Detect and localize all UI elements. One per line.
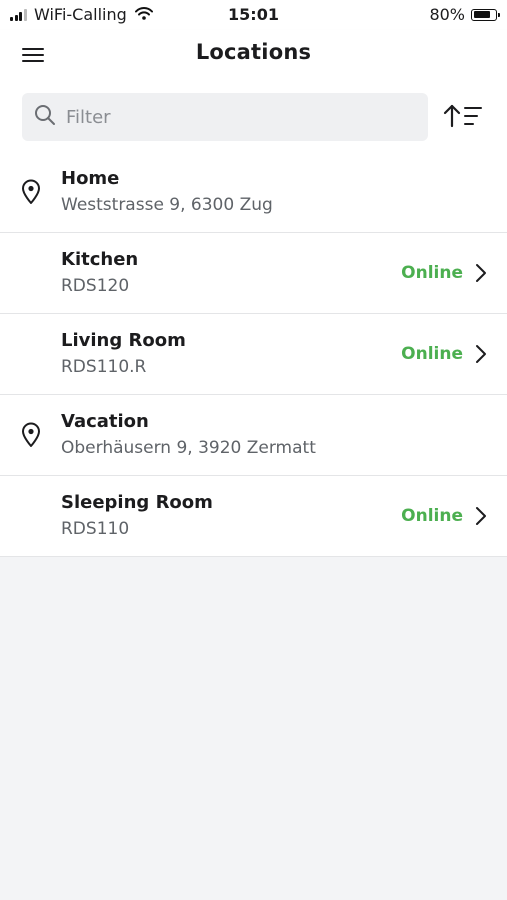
device-model: RDS110: [61, 519, 130, 539]
room-title: Kitchen: [61, 249, 139, 270]
device-model: RDS120: [61, 276, 130, 296]
status-badge: Online: [401, 506, 463, 526]
sort-ascending-icon: [443, 104, 483, 132]
status-right: 80%: [429, 5, 500, 24]
location-address: Weststrasse 9, 6300 Zug: [61, 195, 273, 215]
location-address: Oberhäusern 9, 3920 Zermatt: [61, 438, 316, 458]
battery-icon: [471, 8, 500, 21]
battery-percent: 80%: [429, 5, 465, 24]
location-title: Vacation: [61, 411, 149, 432]
room-row-living-room[interactable]: Living Room RDS110.R Online: [0, 314, 507, 395]
device-model: RDS110.R: [61, 357, 147, 377]
location-row-vacation: Vacation Oberhäusern 9, 3920 Zermatt: [0, 395, 507, 476]
status-bar: WiFi-Calling 15:01 80%: [0, 0, 507, 30]
sort-button[interactable]: [440, 100, 486, 134]
room-title: Sleeping Room: [61, 492, 213, 513]
chevron-right-icon: [475, 263, 487, 287]
location-row-home: Home Weststrasse 9, 6300 Zug: [0, 152, 507, 233]
location-title: Home: [61, 168, 120, 189]
room-row-kitchen[interactable]: Kitchen RDS120 Online: [0, 233, 507, 314]
battery-fill: [473, 11, 491, 18]
chevron-right-icon: [475, 344, 487, 368]
filter-input[interactable]: [64, 105, 388, 129]
locations-list: Home Weststrasse 9, 6300 Zug Kitchen RDS…: [0, 152, 507, 557]
location-pin-icon: [20, 179, 42, 209]
chevron-right-icon: [475, 506, 487, 530]
room-title: Living Room: [61, 330, 186, 351]
status-badge: Online: [401, 344, 463, 364]
screen: WiFi-Calling 15:01 80% Locations Filter …: [0, 0, 507, 900]
header: Locations: [0, 30, 507, 152]
battery-cap: [498, 12, 500, 17]
status-badge: Online: [401, 263, 463, 283]
filter-box[interactable]: [22, 93, 428, 141]
page-title: Locations: [195, 40, 312, 64]
search-icon: [34, 104, 56, 130]
room-row-sleeping-room[interactable]: Sleeping Room RDS110 Online: [0, 476, 507, 557]
location-pin-icon: [20, 422, 42, 452]
